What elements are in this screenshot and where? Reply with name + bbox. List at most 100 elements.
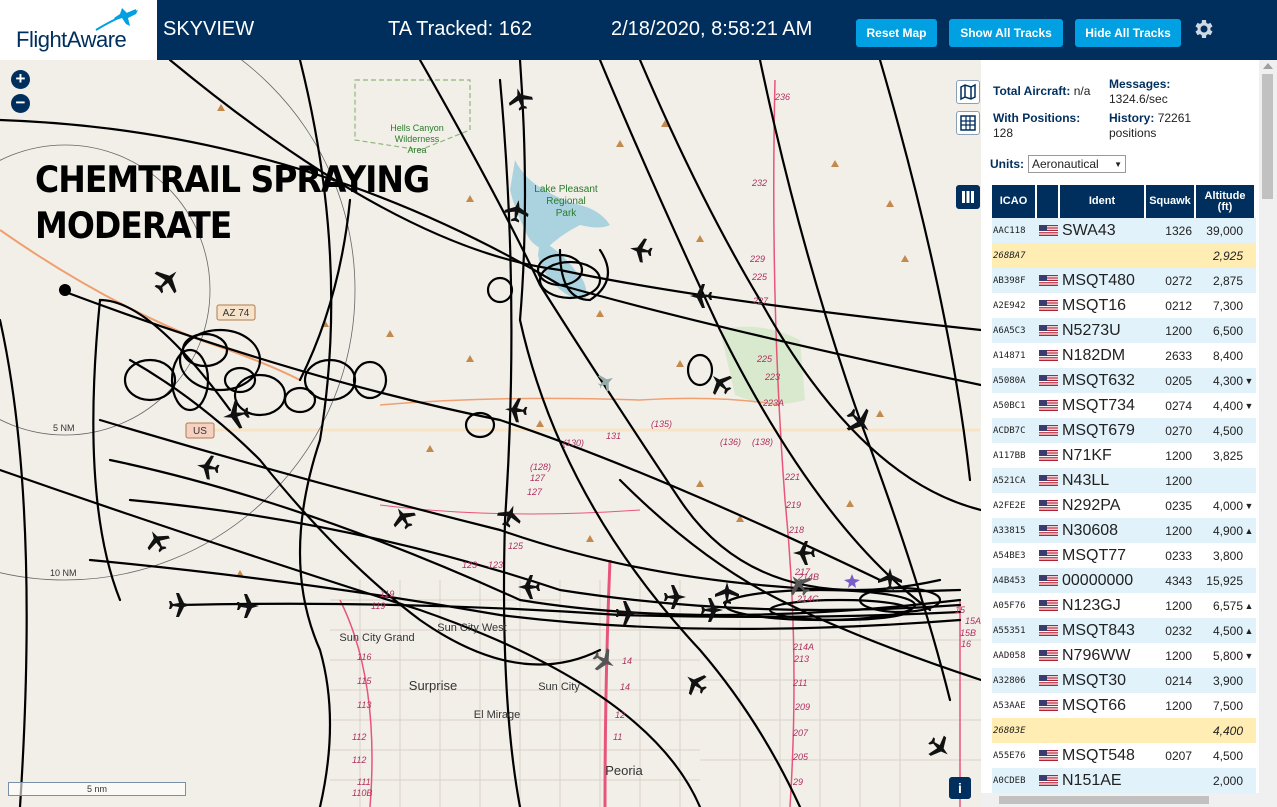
cell-altitude: 5,800 ▼ bbox=[1196, 643, 1256, 668]
grid-icon bbox=[960, 115, 976, 131]
svg-text:209: 209 bbox=[794, 702, 810, 712]
table-row[interactable]: A14871 N182DM 2633 8,400 bbox=[992, 343, 1256, 368]
cell-flag bbox=[1037, 368, 1060, 393]
panel-scrollbar[interactable] bbox=[1259, 60, 1277, 807]
map-view[interactable]: AZ 74 US Hells Canyon Wilderness Area La… bbox=[0, 60, 981, 807]
units-value: Aeronautical bbox=[1032, 157, 1099, 171]
svg-text:12: 12 bbox=[615, 710, 625, 720]
cell-ident: N30608 bbox=[1062, 521, 1119, 539]
column-toggle-button[interactable] bbox=[956, 185, 980, 209]
logo[interactable]: FlightAware bbox=[0, 0, 157, 60]
total-aircraft-stat: Total Aircraft: n/a bbox=[993, 84, 1091, 98]
table-row[interactable]: A0CDEB N151AE 2,000 bbox=[992, 768, 1256, 793]
table-row[interactable]: AAC118 SWA43 1326 39,000 bbox=[992, 218, 1256, 243]
table-row[interactable]: ACDB7C MSQT679 0270 4,500 bbox=[992, 418, 1256, 443]
svg-text:16: 16 bbox=[961, 639, 971, 649]
table-row[interactable]: AAD058 N796WW 1200 5,800 ▼ bbox=[992, 643, 1256, 668]
cell-icao: A6A5C3 bbox=[993, 325, 1026, 336]
hscroll-thumb[interactable] bbox=[999, 796, 1209, 804]
altitude-value: 15,925 bbox=[1206, 573, 1243, 588]
svg-text:(130): (130) bbox=[563, 438, 584, 448]
table-row[interactable]: A4B453 00000000 4343 15,925 bbox=[992, 568, 1256, 593]
ring-label-5nm: 5 NM bbox=[53, 423, 75, 433]
table-row[interactable]: A32806 MSQT30 0214 3,900 bbox=[992, 668, 1256, 693]
cell-altitude: 6,500 bbox=[1196, 318, 1256, 343]
table-row[interactable]: A50BC1 MSQT734 0274 4,400 ▼ bbox=[992, 393, 1256, 418]
panel-hscrollbar[interactable] bbox=[981, 793, 1259, 807]
label-wilderness: Wilderness bbox=[395, 134, 440, 144]
table-row[interactable]: A117BB N71KF 1200 3,825 bbox=[992, 443, 1256, 468]
cell-ident: N151AE bbox=[1062, 771, 1122, 789]
zoom-out-button[interactable]: − bbox=[11, 94, 30, 113]
svg-text:115: 115 bbox=[357, 676, 372, 686]
us-flag-icon bbox=[1039, 275, 1058, 286]
altitude-value: 4,900 bbox=[1212, 523, 1243, 538]
table-row[interactable]: A55E76 MSQT548 0207 4,500 bbox=[992, 743, 1256, 768]
map-layers-button[interactable] bbox=[956, 80, 980, 104]
aircraft-table: ICAO Ident Squawk Altitude (ft) AAC118 SW… bbox=[992, 185, 1256, 793]
table-row[interactable]: A53AAE MSQT66 1200 7,500 bbox=[992, 693, 1256, 718]
cell-squawk: 1326 bbox=[1165, 223, 1192, 238]
altitude-trend-icon: ▼ bbox=[1244, 500, 1254, 511]
svg-text:227: 227 bbox=[752, 296, 769, 306]
table-row[interactable]: A05F76 N123GJ 1200 6,575 ▲ bbox=[992, 593, 1256, 618]
history-stat: History: 72261 bbox=[1109, 111, 1192, 125]
table-row[interactable]: A5080A MSQT632 0205 4,300 ▼ bbox=[992, 368, 1256, 393]
cell-squawk: 1200 bbox=[1165, 598, 1192, 613]
cell-ident: SWA43 bbox=[1062, 221, 1116, 239]
svg-text:111: 111 bbox=[357, 777, 371, 787]
svg-text:113: 113 bbox=[357, 700, 371, 710]
col-flag[interactable] bbox=[1037, 185, 1060, 218]
cell-ident: N123GJ bbox=[1062, 596, 1121, 614]
units-select[interactable]: Aeronautical ▼ bbox=[1028, 155, 1126, 173]
altitude-trend-icon: ▼ bbox=[1244, 400, 1254, 411]
scroll-up-arrow[interactable] bbox=[1263, 63, 1273, 69]
cell-altitude: 3,825 bbox=[1196, 443, 1256, 468]
col-ident[interactable]: Ident bbox=[1060, 185, 1146, 218]
cell-altitude: 4,300 ▼ bbox=[1196, 368, 1256, 393]
cell-flag bbox=[1037, 743, 1060, 768]
with-positions-label: With Positions: bbox=[993, 111, 1081, 125]
cell-flag bbox=[1037, 318, 1060, 343]
info-button[interactable]: i bbox=[949, 777, 971, 799]
altitude-trend-icon: ▼ bbox=[1244, 650, 1254, 661]
col-icao[interactable]: ICAO bbox=[992, 185, 1037, 218]
cell-squawk: 1200 bbox=[1165, 448, 1192, 463]
grid-toggle-button[interactable] bbox=[956, 111, 980, 135]
zoom-in-button[interactable]: + bbox=[11, 70, 30, 89]
us-flag-icon bbox=[1039, 600, 1058, 611]
altitude-value: 4,500 bbox=[1212, 748, 1243, 763]
svg-text:112: 112 bbox=[352, 755, 366, 765]
reset-map-button[interactable]: Reset Map bbox=[856, 19, 937, 47]
table-row[interactable]: A521CA N43LL 1200 bbox=[992, 468, 1256, 493]
table-row[interactable]: AB398F MSQT480 0272 2,875 bbox=[992, 268, 1256, 293]
us-flag-icon bbox=[1039, 475, 1058, 486]
svg-text:127: 127 bbox=[530, 473, 546, 483]
table-row[interactable]: A55351 MSQT843 0232 4,500 ▲ bbox=[992, 618, 1256, 643]
table-row[interactable]: 26803E 4,400 bbox=[992, 718, 1256, 743]
svg-text:11: 11 bbox=[613, 732, 622, 742]
altitude-value: 5,800 bbox=[1212, 648, 1243, 663]
logo-text: FlightAware bbox=[16, 27, 127, 52]
scroll-thumb[interactable] bbox=[1262, 74, 1273, 199]
cell-squawk: 0207 bbox=[1165, 748, 1192, 763]
table-row[interactable]: A54BE3 MSQT77 0233 3,800 bbox=[992, 543, 1256, 568]
cell-altitude: 7,300 bbox=[1196, 293, 1256, 318]
svg-text:29: 29 bbox=[792, 777, 803, 787]
table-row[interactable]: A6A5C3 N5273U 1200 6,500 bbox=[992, 318, 1256, 343]
hide-all-tracks-button[interactable]: Hide All Tracks bbox=[1075, 19, 1181, 47]
cell-ident: N182DM bbox=[1062, 346, 1126, 364]
svg-text:232: 232 bbox=[751, 178, 767, 188]
altitude-value: 7,500 bbox=[1212, 698, 1243, 713]
show-all-tracks-button[interactable]: Show All Tracks bbox=[949, 19, 1063, 47]
gear-icon[interactable] bbox=[1191, 17, 1215, 41]
table-row[interactable]: A33815 N30608 1200 4,900 ▲ bbox=[992, 518, 1256, 543]
cell-altitude: 3,800 bbox=[1196, 543, 1256, 568]
cell-flag bbox=[1037, 543, 1060, 568]
table-row[interactable]: A2E942 MSQT16 0212 7,300 bbox=[992, 293, 1256, 318]
altitude-value: 2,925 bbox=[1212, 248, 1243, 263]
col-squawk[interactable]: Squawk bbox=[1146, 185, 1196, 218]
table-row[interactable]: A2FE2E N292PA 0235 4,000 ▼ bbox=[992, 493, 1256, 518]
col-altitude[interactable]: Altitude (ft) bbox=[1196, 185, 1256, 218]
table-row[interactable]: 268BA7 2,925 bbox=[992, 243, 1256, 268]
